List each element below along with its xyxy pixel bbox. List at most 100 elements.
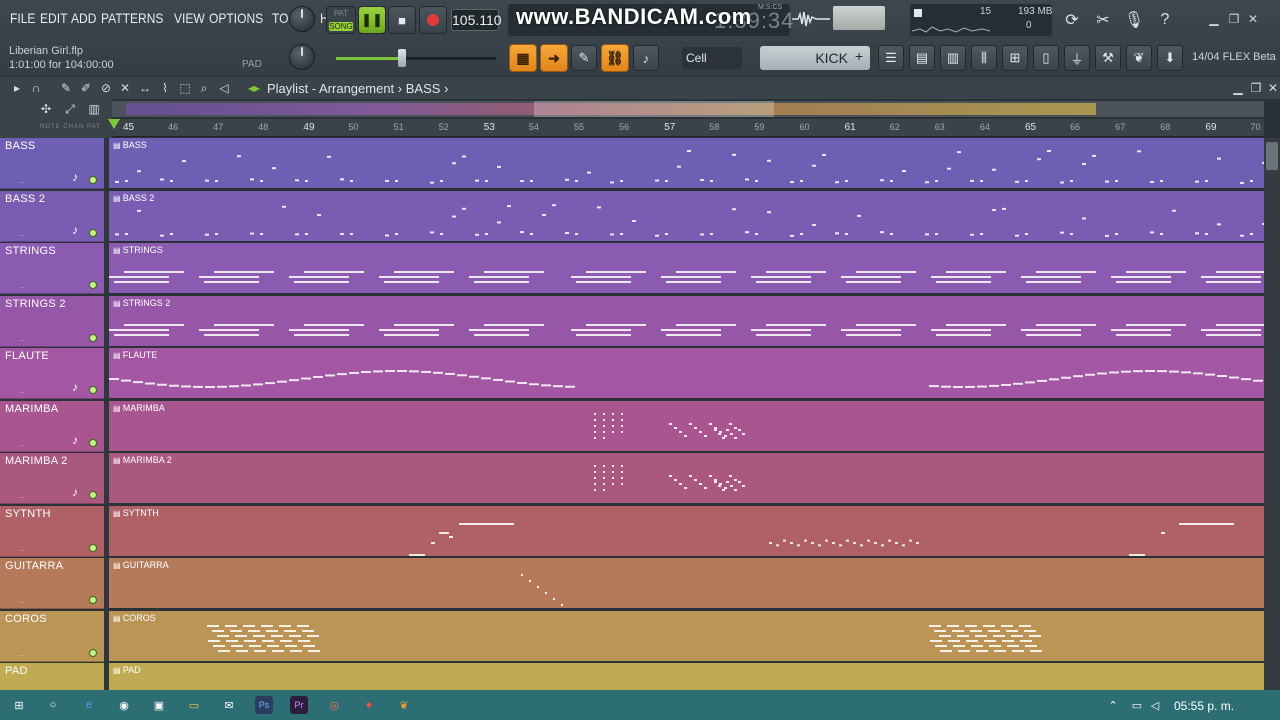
play-arrow-icon[interactable]: ◂▸	[246, 80, 262, 96]
menu-options[interactable]: OPTIONS	[209, 10, 263, 26]
track-header[interactable]: GUITARRA...	[0, 558, 104, 609]
track-zoom-icon[interactable]: ✣	[38, 101, 54, 117]
vertical-scroll-thumb[interactable]	[1266, 142, 1278, 170]
playlist-menu-arrow-icon[interactable]: ▸	[9, 80, 25, 96]
piano-icon[interactable]: ▥	[86, 101, 102, 117]
chrome-icon[interactable]: ◉	[115, 696, 133, 714]
mixer-button[interactable]: ⫼	[971, 45, 997, 71]
play-pause-button[interactable]: ❚❚	[358, 6, 386, 34]
help-icon[interactable]: ?	[1153, 8, 1177, 32]
menu-view[interactable]: VIEW	[174, 10, 205, 26]
master-pitch-thumb[interactable]	[398, 49, 406, 67]
cut-tools-icon[interactable]: ✂	[1091, 8, 1115, 32]
plugin-picker-button[interactable]: ⏚	[1064, 45, 1090, 71]
track-mute-led[interactable]	[89, 439, 97, 447]
master-pitch-knob[interactable]	[289, 44, 315, 70]
track-tool-icon[interactable]: ⤢	[62, 101, 78, 117]
pattern-clip[interactable]: MARIMBA	[109, 401, 1264, 452]
track-mute-led[interactable]	[89, 386, 97, 394]
microphone-icon[interactable]: 🎙	[1122, 8, 1146, 32]
track-grip-icon[interactable]: ...	[18, 386, 25, 395]
pattern-clip[interactable]: STRINGS 2	[109, 296, 1264, 347]
track-grip-icon[interactable]: ...	[18, 334, 25, 343]
master-volume-knob[interactable]	[289, 6, 315, 32]
track-header[interactable]: MARIMBA 2... ♪	[0, 453, 104, 504]
blend-notes-button[interactable]: ✎	[571, 45, 597, 71]
select-tool-icon[interactable]: ⬚	[177, 80, 193, 96]
mail-icon[interactable]: ✉	[220, 696, 238, 714]
track-header[interactable]: MARIMBA... ♪	[0, 401, 104, 452]
pattern-clip[interactable]: MARIMBA 2	[109, 453, 1264, 504]
track-mute-led[interactable]	[89, 491, 97, 499]
fl-studio-icon[interactable]: ❦	[395, 696, 413, 714]
screen-recorder-icon[interactable]: ◎	[325, 696, 343, 714]
close-icon[interactable]: ✕	[1245, 12, 1261, 26]
track-mute-led[interactable]	[89, 544, 97, 552]
track-grip-icon[interactable]: ...	[18, 491, 25, 500]
track-mute-led[interactable]	[89, 649, 97, 657]
track-grip-icon[interactable]: ...	[18, 544, 25, 553]
delete-tool-icon[interactable]: ⊘	[98, 80, 114, 96]
mute-tool-icon[interactable]: ✕	[117, 80, 133, 96]
paint-tool-icon[interactable]: ✐	[78, 80, 94, 96]
track-grip-icon[interactable]: ...	[18, 229, 25, 238]
stop-button[interactable]: ■	[388, 6, 416, 34]
track-mute-led[interactable]	[89, 281, 97, 289]
timeline-ruler[interactable]: 45 46 47 48 49 50 51 52 53 54 55 56 57 58 59 60 61 62 63 64…	[112, 119, 1264, 137]
battery-icon[interactable]: ▭	[1128, 696, 1146, 714]
track-header[interactable]: BASS 2... ♪	[0, 191, 104, 242]
playlist-close-icon[interactable]: ✕	[1265, 80, 1280, 96]
track-grip-icon[interactable]: ...	[18, 596, 25, 605]
playlist-minimize-icon[interactable]: ▁	[1230, 80, 1246, 96]
track-header[interactable]: SYTNTH...	[0, 506, 104, 557]
track-grip-icon[interactable]: ...	[18, 439, 25, 448]
menu-edit[interactable]: EDIT	[40, 10, 67, 26]
track-header[interactable]: STRINGS 2...	[0, 296, 104, 347]
plugin-database-button[interactable]: ❦	[1126, 45, 1152, 71]
pattern-clip[interactable]: STRINGS	[109, 243, 1264, 294]
snap-selector[interactable]: Cell	[682, 47, 742, 69]
record-button[interactable]	[419, 6, 447, 34]
download-button[interactable]: ⬇	[1157, 45, 1183, 71]
playlist-button[interactable]: ☰	[878, 45, 904, 71]
track-mute-led[interactable]	[89, 596, 97, 604]
track-mute-led[interactable]	[89, 176, 97, 184]
pattern-clip[interactable]: SYTNTH	[109, 506, 1264, 557]
track-mute-led[interactable]	[89, 334, 97, 342]
tray-arrow-icon[interactable]: ⌃	[1104, 696, 1122, 714]
channel-rack-button[interactable]: ▥	[940, 45, 966, 71]
tempo-display[interactable]: 105.110	[451, 9, 502, 31]
playback-tool-icon[interactable]: ◁	[216, 80, 232, 96]
pattern-selector[interactable]: KICK	[760, 46, 870, 70]
overview-viewport[interactable]	[534, 101, 774, 117]
track-grip-icon[interactable]: ...	[18, 176, 25, 185]
track-header[interactable]: BASS... ♪	[0, 138, 104, 189]
step-edit-button[interactable]: ➜	[540, 44, 568, 72]
zoom-tool-icon[interactable]: ⌕	[196, 80, 212, 96]
minimize-icon[interactable]: ▁	[1206, 12, 1222, 26]
windows-start-icon[interactable]: ⊞	[10, 696, 28, 714]
edge-icon[interactable]: e	[80, 696, 98, 714]
menu-add[interactable]: ADD	[71, 10, 96, 26]
slip-tool-icon[interactable]: ↔	[137, 80, 153, 96]
vertical-scrollbar[interactable]	[1264, 138, 1280, 690]
metronome-button[interactable]: ♪	[633, 45, 659, 71]
pattern-clip[interactable]: FLAUTE	[109, 348, 1264, 399]
browser-button[interactable]: ⊞	[1002, 45, 1028, 71]
project-button[interactable]: ▯	[1033, 45, 1059, 71]
typing-keyboard-button[interactable]: ▦	[509, 44, 537, 72]
track-grip-icon[interactable]: ...	[18, 649, 25, 658]
restore-icon[interactable]: ❐	[1226, 12, 1242, 26]
premiere-icon[interactable]: Pr	[290, 696, 308, 714]
taskbar-clock[interactable]: 05:55 p. m.	[1174, 699, 1234, 713]
add-pattern-icon[interactable]: +	[855, 48, 863, 64]
pattern-clip[interactable]: GUITARRA	[109, 558, 1264, 609]
menu-patterns[interactable]: PATTERNS	[101, 10, 163, 26]
playhead-marker[interactable]	[108, 119, 120, 129]
track-mute-led[interactable]	[89, 229, 97, 237]
track-header[interactable]: FLAUTE... ♪	[0, 348, 104, 399]
bandicam-icon[interactable]: ●	[360, 696, 378, 714]
tools-button[interactable]: ⚒	[1095, 45, 1121, 71]
magnet-icon[interactable]: ∩	[28, 80, 44, 96]
draw-tool-icon[interactable]: ✎	[58, 80, 74, 96]
